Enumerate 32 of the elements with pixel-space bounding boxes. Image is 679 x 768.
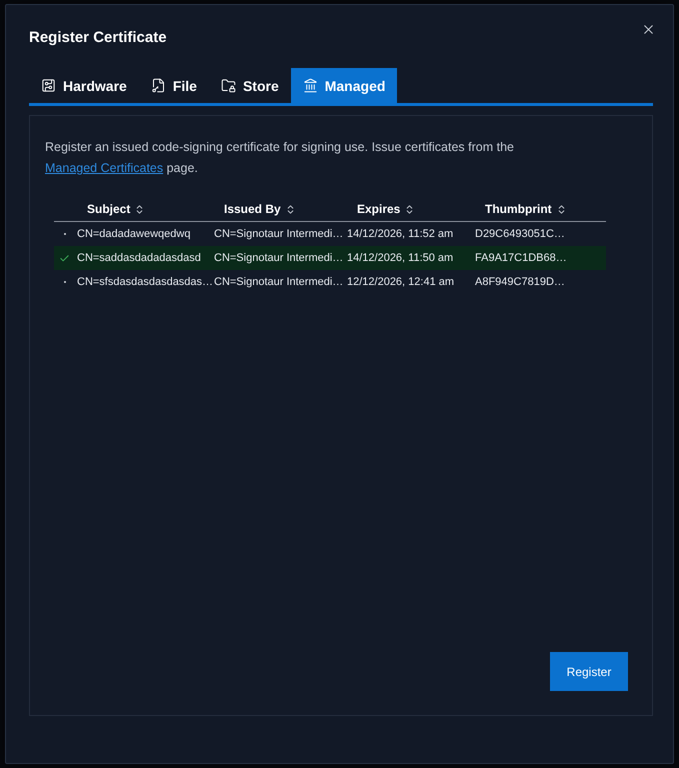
check-icon xyxy=(59,252,70,264)
table-cell-text: D29C6493051C… xyxy=(475,228,566,240)
column-header[interactable]: Expires xyxy=(347,199,416,219)
table-cell-text: FA9A17C1DB68… xyxy=(475,252,568,264)
file-key-icon xyxy=(150,78,166,93)
tab[interactable]: File xyxy=(138,68,209,103)
table-cell-text: 14/12/2026, 11:50 am xyxy=(347,252,454,264)
tab[interactable]: Store xyxy=(208,68,291,103)
circuit-board-icon xyxy=(41,78,56,93)
register-button[interactable]: Register xyxy=(550,652,628,691)
table-cell: CN=sfsdasdasdasdasdas… xyxy=(77,276,214,288)
table-row[interactable]: CN=dadadawewqedwq CN=Signotaur Intermedi… 14/12/2026, 11:52 am D29C6493051C… xyxy=(54,222,606,246)
column-header[interactable]: Subject xyxy=(77,199,146,219)
table-cell-text: 12/12/2026, 12:41 am xyxy=(347,276,456,288)
tab[interactable]: Hardware xyxy=(29,68,139,103)
column-header[interactable]: Thumbprint xyxy=(475,199,567,219)
table-row[interactable]: CN=sfsdasdasdasdasdas…CN=Signotaur Intermedi… 12/12/2026, 12:41 am A8F949C7819D… xyxy=(54,270,606,294)
table-cell-text: A8F949C7819D… xyxy=(475,276,566,288)
tab[interactable]: Managed xyxy=(290,68,398,103)
managed-certificates-link[interactable]: Managed Certificates xyxy=(45,161,164,175)
landmark-icon xyxy=(302,78,318,93)
column-header[interactable]: Issued By xyxy=(214,199,296,219)
table-cell-text: CN=Signotaur Intermedi… xyxy=(214,276,344,288)
table-cell-text: CN=dadadawewqedwq xyxy=(77,228,192,240)
dialog-title: Register Certificate xyxy=(29,29,167,47)
table-cell-text: CN=Signotaur Intermedi… xyxy=(214,252,344,264)
folder-lock-icon xyxy=(220,78,236,93)
table-cell-text: 14/12/2026, 11:52 am xyxy=(347,228,454,240)
table-cell-text: CN=saddasdadadasdasd xyxy=(77,252,202,264)
table-cell-text: CN=Signotaur Intermedi… xyxy=(214,228,344,240)
description-text: Register an issued code-signing certificate for signing use. Issue certificates from the Managed Certificates page. xyxy=(45,139,515,177)
table-row[interactable]: CN=saddasdadadasdasd CN=Signotaur Intermedi… 14/12/2026, 11:50 am FA9A17C1DB68… xyxy=(54,246,606,270)
